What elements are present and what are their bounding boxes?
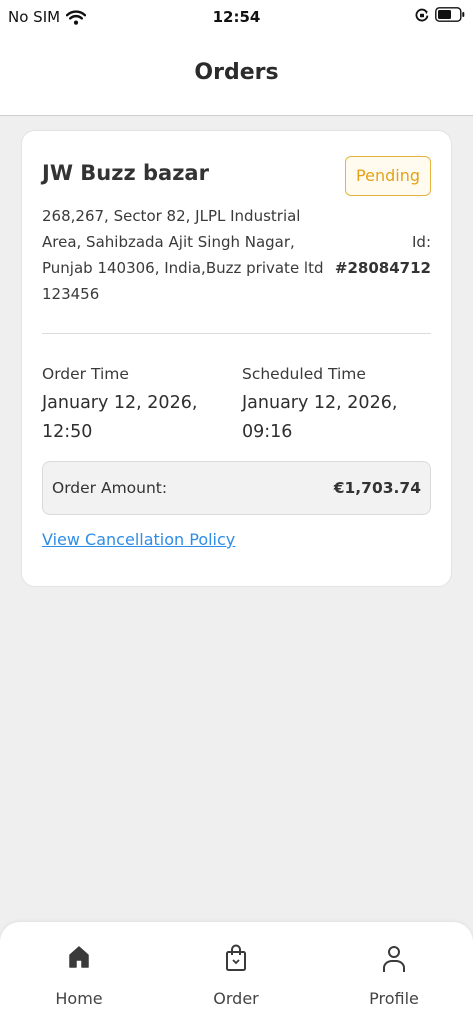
address-line: 123456 <box>42 285 100 303</box>
address-line: 268,267, Sector 82, JLPL Industrial <box>42 207 301 225</box>
store-name: JW Buzz bazar <box>42 161 209 185</box>
order-time-label: Order Time <box>42 365 129 383</box>
scheduled-time-clock: 09:16 <box>242 422 293 442</box>
nav-item-home[interactable]: Home <box>19 922 139 1024</box>
battery-icon <box>435 7 465 22</box>
scheduled-time-label: Scheduled Time <box>242 365 366 383</box>
status-icons <box>415 7 465 22</box>
person-icon <box>383 946 405 972</box>
address-line: Area, Sahibzada Ajit Singh Nagar, <box>42 233 295 251</box>
page-title: Orders <box>194 60 279 85</box>
order-amount-box: Order Amount: €1,703.74 <box>42 461 431 515</box>
order-time-value: January 12, 2026, 12:50 <box>42 389 212 447</box>
status-time: 12:54 <box>212 8 261 26</box>
app-header: Orders <box>0 34 473 116</box>
address-line: Punjab 140306, India,Buzz private ltd <box>42 259 324 277</box>
status-bar: No SIM 12:54 <box>0 0 473 34</box>
nav-item-profile[interactable]: Profile <box>334 922 454 1024</box>
order-amount-value: €1,703.74 <box>333 479 421 497</box>
order-card[interactable]: JW Buzz bazar Pending 268,267, Sector 82… <box>21 130 452 587</box>
scheduled-time-date: January 12, 2026, <box>242 393 398 413</box>
view-cancellation-policy-link[interactable]: View Cancellation Policy <box>42 530 235 549</box>
nav-label-order: Order <box>213 989 259 1008</box>
scheduled-time-value: January 12, 2026, 09:16 <box>242 389 412 447</box>
order-id: Id: #28084712 <box>335 229 431 281</box>
nav-label-home: Home <box>55 989 103 1008</box>
shopping-bag-icon <box>226 944 246 971</box>
nav-label-profile: Profile <box>369 989 419 1008</box>
order-amount-label: Order Amount: <box>52 479 168 497</box>
store-address: 268,267, Sector 82, JLPL Industrial Area… <box>42 203 332 307</box>
home-icon <box>69 946 89 968</box>
status-badge: Pending <box>345 156 431 196</box>
nav-item-order[interactable]: Order <box>176 922 296 1024</box>
bottom-nav: Home Order Profile <box>0 922 473 1024</box>
order-id-value: #28084712 <box>334 259 431 277</box>
divider <box>42 333 431 334</box>
orientation-lock-icon <box>415 8 429 21</box>
order-time-date: January 12, 2026, <box>42 393 198 413</box>
order-id-label: Id: <box>412 233 431 251</box>
order-time-clock: 12:50 <box>42 422 93 442</box>
